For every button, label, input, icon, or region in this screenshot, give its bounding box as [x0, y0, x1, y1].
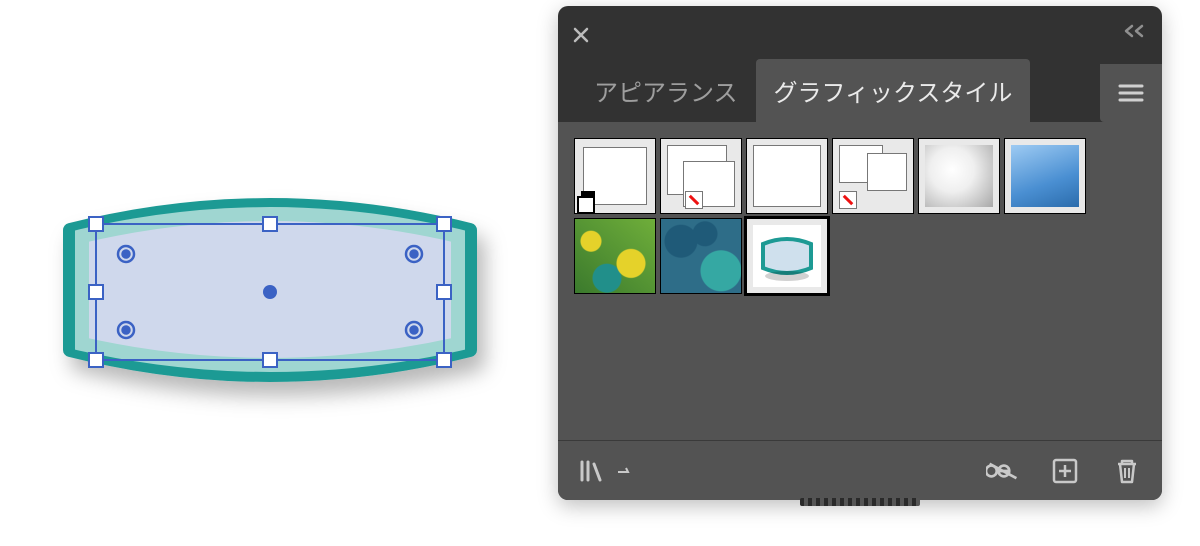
style-swatch-custom-teal[interactable]	[746, 218, 828, 294]
style-swatch-radial-gradient[interactable]	[918, 138, 1000, 214]
break-link-icon[interactable]	[986, 454, 1020, 488]
collapse-icon[interactable]	[1122, 22, 1146, 43]
panel-resize-grip[interactable]	[800, 498, 920, 506]
panel-header	[558, 6, 1162, 64]
style-swatch-default[interactable]	[574, 138, 656, 214]
tab-graphic-styles[interactable]: グラフィックスタイル	[756, 59, 1031, 122]
style-swatch-blue-gradient[interactable]	[1004, 138, 1086, 214]
panel-footer	[558, 440, 1162, 500]
delete-style-icon[interactable]	[1110, 454, 1144, 488]
canvas-artwork[interactable]	[20, 150, 520, 450]
libraries-icon[interactable]	[576, 454, 610, 488]
style-swatch-offset-rect[interactable]	[660, 138, 742, 214]
new-style-icon[interactable]	[1048, 454, 1082, 488]
style-swatch-plain-rect[interactable]	[746, 138, 828, 214]
selection-center-point	[263, 285, 277, 299]
close-icon[interactable]	[570, 24, 592, 46]
panel-menu-icon[interactable]	[1100, 64, 1162, 122]
style-swatch-green-pattern[interactable]	[574, 218, 656, 294]
style-swatch-two-box[interactable]	[832, 138, 914, 214]
graphic-styles-panel: アピアランス グラフィックスタイル	[558, 6, 1162, 500]
style-swatch-blue-pattern[interactable]	[660, 218, 742, 294]
panel-tab-bar: アピアランス グラフィックスタイル	[558, 64, 1162, 122]
style-swatch-grid	[574, 138, 1146, 294]
libraries-dropdown-icon[interactable]	[614, 454, 632, 488]
tab-appearance[interactable]: アピアランス	[576, 59, 756, 122]
panel-body	[558, 122, 1162, 440]
